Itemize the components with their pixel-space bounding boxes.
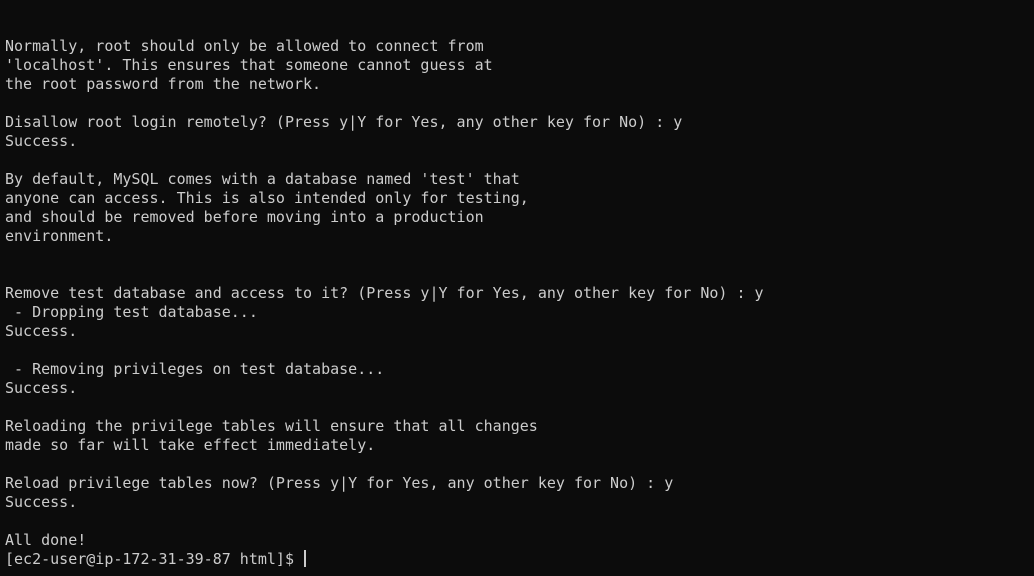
terminal-line: - Removing privileges on test database..… [5, 360, 385, 378]
prompt-line[interactable]: [ec2-user@ip-172-31-39-87 html]$ [5, 550, 1034, 569]
terminal-line: Success. [5, 379, 78, 397]
terminal-output: Normally, root should only be allowed to… [5, 37, 1034, 550]
terminal-line: made so far will take effect immediately… [5, 436, 376, 454]
terminal-line: the root password from the network. [5, 75, 322, 93]
terminal-line: and should be removed before moving into… [5, 208, 484, 226]
text-cursor [304, 550, 307, 567]
terminal-line: Remove test database and access to it? (… [5, 284, 764, 302]
terminal-line: environment. [5, 227, 114, 245]
terminal-line: Success. [5, 493, 78, 511]
shell-prompt: [ec2-user@ip-172-31-39-87 html]$ [5, 550, 304, 568]
terminal-line: Normally, root should only be allowed to… [5, 37, 484, 55]
terminal-line: anyone can access. This is also intended… [5, 189, 529, 207]
terminal-line: Reload privilege tables now? (Press y|Y … [5, 474, 674, 492]
terminal-line: By default, MySQL comes with a database … [5, 170, 520, 188]
terminal-line: Reloading the privilege tables will ensu… [5, 417, 538, 435]
terminal-line: Success. [5, 322, 78, 340]
terminal-window[interactable]: Normally, root should only be allowed to… [0, 0, 1034, 576]
terminal-line: All done! [5, 531, 87, 549]
terminal-line: Disallow root login remotely? (Press y|Y… [5, 113, 683, 131]
terminal-line: 'localhost'. This ensures that someone c… [5, 56, 493, 74]
terminal-line: - Dropping test database... [5, 303, 258, 321]
terminal-line: Success. [5, 132, 78, 150]
